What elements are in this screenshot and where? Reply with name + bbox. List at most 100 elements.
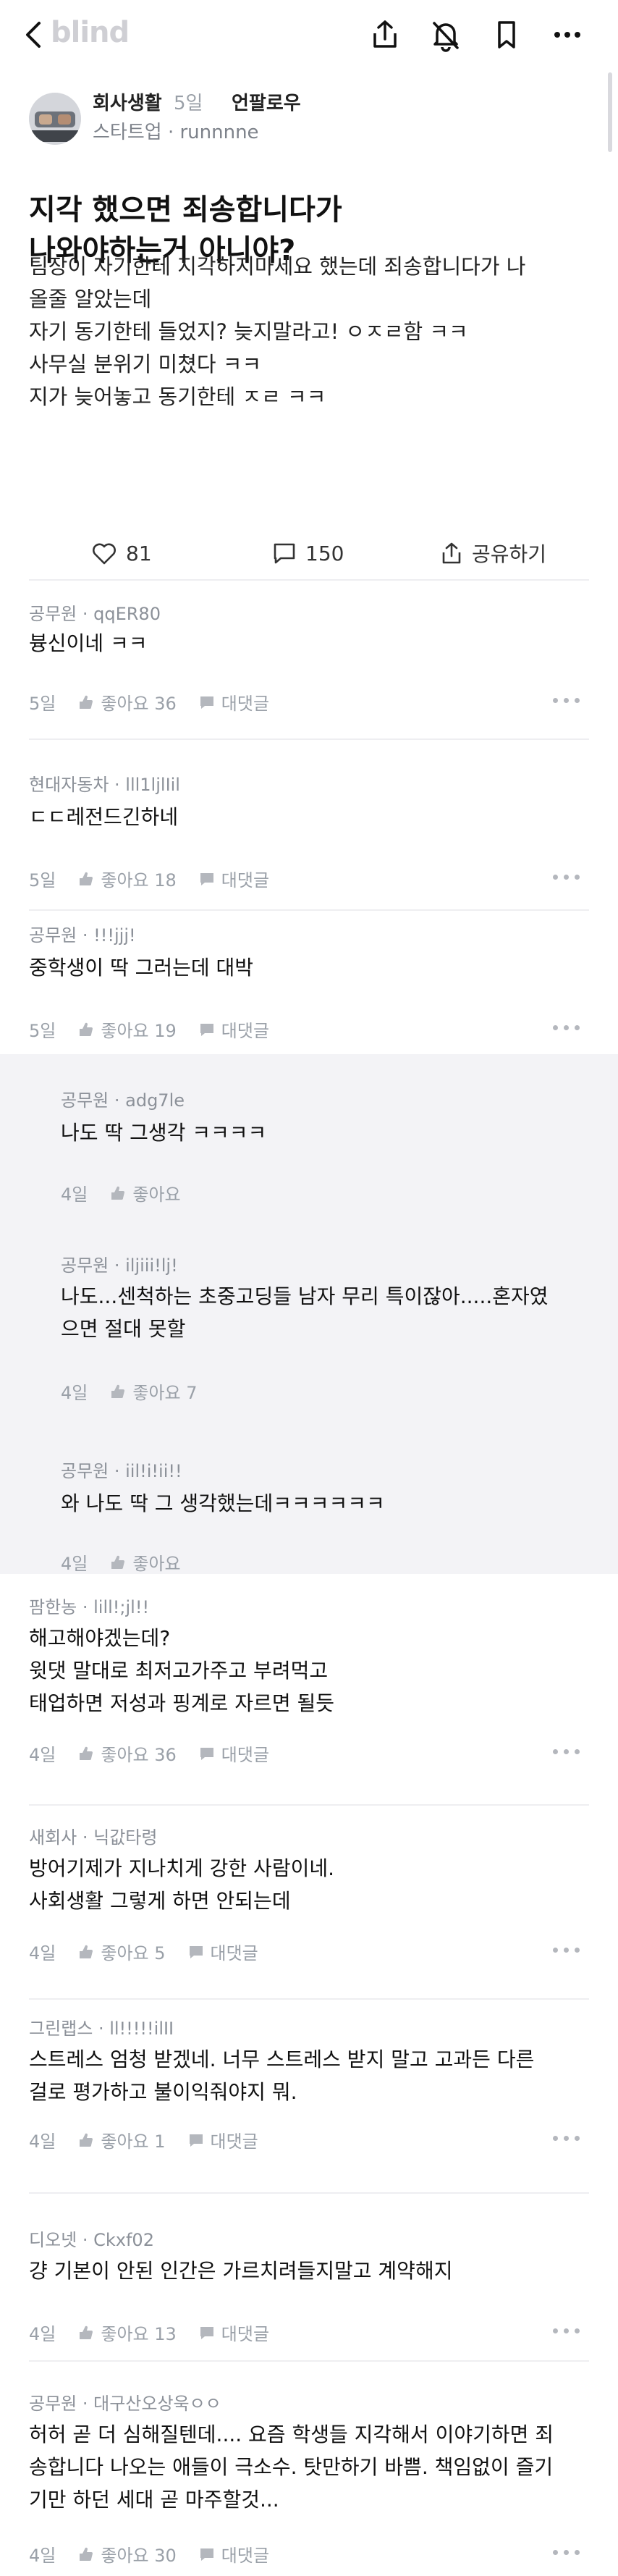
share-icon[interactable] [368, 17, 402, 52]
comment-like-label: 좋아요 [132, 1184, 181, 1205]
blind-logo[interactable]: blind [51, 16, 130, 49]
heart-icon [93, 543, 116, 565]
comment-author[interactable]: 공무원 · !!!jjj! [29, 921, 136, 946]
reply-button[interactable]: 대댓글 [187, 1939, 258, 1964]
comment-like-button[interactable]: 좋아요 19 [77, 1016, 177, 1042]
comment-author[interactable]: 공무원 · 대구산오상욱ㅇㅇ [29, 2389, 221, 2415]
reply-label: 대댓글 [221, 870, 270, 891]
comment-like-label: 좋아요 19 [101, 1021, 177, 1041]
comment-like-button[interactable]: 좋아요 [109, 1549, 181, 1575]
post-category[interactable]: 회사생활 [93, 88, 162, 115]
share-button[interactable]: 공유하기 [440, 539, 546, 568]
more-options-icon[interactable] [553, 2548, 582, 2556]
comment-text-line: 와 나도 딱 그 생각했는데ㅋㅋㅋㅋㅋㅋ [61, 1491, 385, 1515]
comment-footer: 4일 좋아요 30 대댓글 [29, 2541, 269, 2567]
more-options-icon[interactable] [553, 2327, 582, 2334]
top-bar: blind [0, 0, 618, 70]
reply-button[interactable]: 대댓글 [198, 2541, 269, 2567]
comment-text-line: 태업하면 저성과 핑계로 자르면 될듯 [29, 1691, 335, 1715]
like-button[interactable]: 81 [91, 539, 152, 568]
comment-time: 5일 [29, 870, 56, 891]
reply-button[interactable]: 대댓글 [187, 2127, 258, 2152]
comment-text-line: 중학생이 딱 그러는데 대박 [29, 956, 254, 980]
reply-icon [189, 2134, 203, 2147]
like-icon [80, 1945, 93, 1958]
comment-footer: 5일 좋아요 36 대댓글 [29, 689, 269, 715]
comment-author[interactable]: 공무원 · qqER80 [29, 599, 161, 625]
comment-like-button[interactable]: 좋아요 30 [77, 2541, 177, 2567]
post-body-line: 자기 동기한테 들었지? 늦지말라고! ㅇㅈㄹ함 ㅋㅋ [29, 319, 468, 344]
comment-footer: 4일 좋아요 36 대댓글 [29, 1741, 269, 1766]
comment-footer: 4일 좋아요 5 대댓글 [29, 1939, 258, 1964]
reply-button[interactable]: 대댓글 [198, 1741, 269, 1766]
share-label: 공유하기 [472, 542, 547, 566]
comment-author[interactable]: 공무원 · adg7le [61, 1086, 185, 1111]
comment-like-label: 좋아요 7 [132, 1383, 198, 1403]
more-options-icon[interactable] [553, 873, 582, 880]
comment-like-button[interactable]: 좋아요 [109, 1180, 181, 1205]
comment-time: 4일 [29, 1943, 56, 1963]
comment-author[interactable]: 현대자동차 · lll1ljlIil [29, 770, 180, 796]
comment-like-button[interactable]: 좋아요 5 [77, 1939, 166, 1964]
like-icon [80, 1022, 93, 1036]
comment-author[interactable]: 팜한농 · lill!;jl!! [29, 1593, 149, 1618]
comment-text: 스트레스 엄청 받겠네. 너무 스트레스 받지 말고 고과든 다른 걸로 평가하고… [29, 2043, 534, 2108]
comment-text-line: 윗댓 말대로 최저고가주고 부려먹고 [29, 1659, 329, 1683]
comment-author[interactable]: 그린랩스 · ll!!!!!ilII [29, 2014, 174, 2040]
comment-like-button[interactable]: 좋아요 1 [77, 2127, 166, 2152]
comment-author[interactable]: 새회사 · 닉값타령 [29, 1823, 157, 1848]
comment-like-button[interactable]: 좋아요 18 [77, 866, 177, 891]
reply-label: 대댓글 [210, 2131, 258, 2152]
reply-comment: 공무원 · iil!i!ii!! 와 나도 딱 그 생각했는데ㅋㅋㅋㅋㅋㅋ 4일 좋아… [0, 1415, 618, 1574]
comment-footer: 5일 좋아요 18 대댓글 [29, 866, 269, 891]
reply-icon [189, 1945, 203, 1958]
post-time: 5일 [174, 93, 203, 114]
comment-text-line: 으면 절대 못할 [61, 1317, 186, 1341]
post-body: 팀장이 자기한테 지각하지마세요 했는데 죄송합니다가 나 올줄 알았는데 자기… [29, 251, 601, 413]
comment-text: 방어기제가 지나치게 강한 사람이네. 사회생활 그렇게 하면 안되는데 [29, 1852, 334, 1917]
comment-text-line: 븅신이네 ㅋㅋ [29, 631, 148, 655]
comment-author[interactable]: 디오넷 · Ckxf02 [29, 2226, 154, 2251]
more-options-icon[interactable] [550, 17, 585, 52]
comment-like-button[interactable]: 좋아요 13 [77, 2320, 177, 2345]
notification-off-icon[interactable] [428, 17, 463, 52]
bookmark-icon[interactable] [489, 17, 524, 52]
back-icon[interactable] [20, 19, 49, 51]
reply-label: 대댓글 [210, 1943, 258, 1963]
more-options-icon[interactable] [553, 2134, 582, 2142]
comment: 공무원 · !!!jjj! 중학생이 딱 그러는데 대박 5일 좋아요 19 대댓글 [0, 909, 618, 1054]
avatar[interactable] [29, 93, 81, 145]
comment-like-button[interactable]: 좋아요 36 [77, 1741, 177, 1766]
unfollow-button[interactable]: 언팔로우 [232, 88, 301, 115]
like-icon [80, 1746, 93, 1760]
comment-footer: 5일 좋아요 19 대댓글 [29, 1016, 269, 1042]
comment-text: 중학생이 딱 그러는데 대박 [29, 951, 253, 984]
reply-button[interactable]: 대댓글 [198, 866, 269, 891]
more-options-icon[interactable] [553, 1748, 582, 1755]
comment: 공무원 · 대구산오상욱ㅇㅇ 허허 곧 더 심해질텐데.... 요즘 학생들 지각… [0, 2360, 618, 2576]
comment-like-button[interactable]: 좋아요 7 [109, 1379, 198, 1404]
comment-time: 4일 [61, 1383, 88, 1403]
more-options-icon[interactable] [553, 1946, 582, 1953]
more-options-icon[interactable] [553, 1024, 582, 1031]
comment-footer: 4일 좋아요 7 [61, 1379, 198, 1404]
comment-text-line: 허허 곧 더 심해질텐데.... 요즘 학생들 지각해서 이야기하면 죄 [29, 2423, 554, 2446]
comment-author[interactable]: 공무원 · iil!i!ii!! [61, 1457, 182, 1482]
reply-button[interactable]: 대댓글 [198, 1016, 269, 1042]
author-company[interactable]: 스타트업 · runnnne [93, 117, 259, 144]
comment-text-line: 해고해야겠는데? [29, 1626, 171, 1650]
scrollbar[interactable] [608, 72, 612, 152]
post-body-line: 사무실 분위기 미쳤다 ㅋㅋ [29, 352, 262, 376]
comment-button[interactable]: 150 [272, 539, 344, 568]
reply-icon [200, 1023, 213, 1036]
comment-text-line: 걍 기본이 안된 인간은 가르치려들지말고 계약해지 [29, 2259, 453, 2283]
like-icon [111, 1186, 125, 1200]
reply-button[interactable]: 대댓글 [198, 689, 269, 715]
comment-text: 허허 곧 더 심해질텐데.... 요즘 학생들 지각해서 이야기하면 죄 송합니다… [29, 2418, 554, 2516]
more-options-icon[interactable] [553, 696, 582, 704]
comment-like-button[interactable]: 좋아요 36 [77, 689, 177, 715]
like-icon [111, 1384, 125, 1398]
comment-author[interactable]: 공무원 · iljiii!lj! [61, 1251, 178, 1276]
reply-button[interactable]: 대댓글 [198, 2320, 269, 2345]
like-icon [111, 1555, 125, 1569]
